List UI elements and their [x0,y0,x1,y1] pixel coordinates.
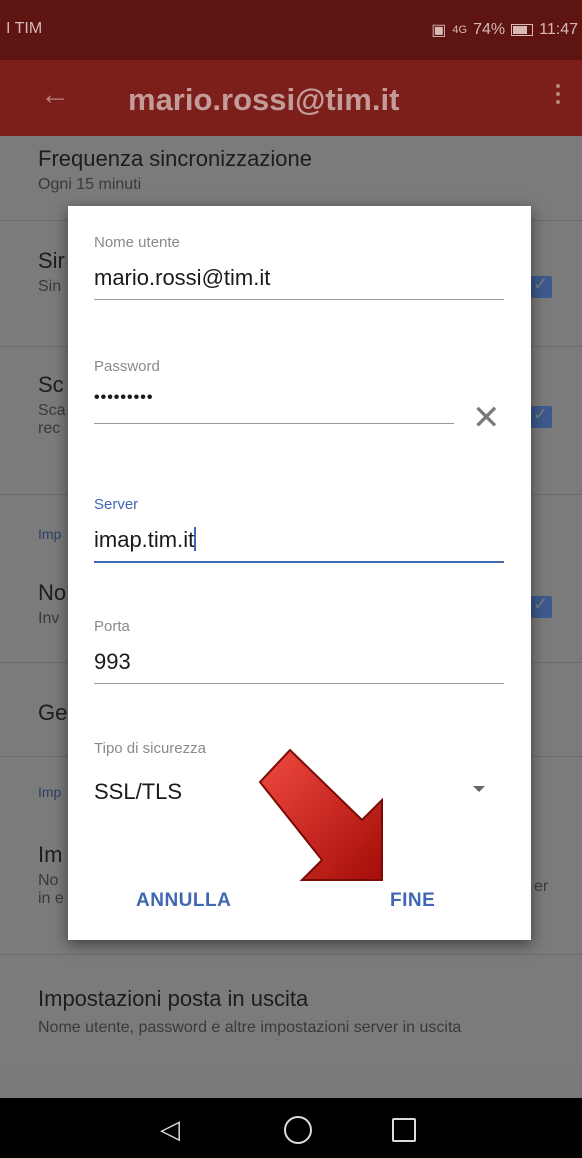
setting-title: Ge [38,700,68,725]
username-label: Nome utente [94,234,180,251]
divider [0,954,582,955]
navigation-bar: ◁ [0,1098,582,1158]
red-arrow-icon [258,748,383,881]
server-underline [94,561,504,563]
status-icons: ▣ 4G 74% 11:47 [431,20,578,40]
server-field[interactable]: Server imap.tim.it [94,496,504,563]
setting-row-2[interactable]: Sir Sin [38,248,65,296]
port-underline [94,683,504,684]
more-vert-icon[interactable] [556,84,560,108]
setting-row-4[interactable]: No Inv [38,580,66,628]
setting-title: Im [38,842,63,867]
home-nav-icon[interactable] [284,1116,312,1144]
arrow-left-icon[interactable]: ← [40,78,70,112]
setting-outgoing-mail[interactable]: Impostazioni posta in uscita Nome utente… [38,986,558,1040]
section-header: Imp [38,526,62,542]
clock: 11:47 [539,21,578,38]
setting-sync-frequency[interactable]: Frequenza sincronizzazione Ogni 15 minut… [38,146,312,194]
setting-title: Impostazioni posta in uscita [38,986,309,1011]
nfc-icon: ▣ [431,22,447,39]
server-input-wrap[interactable]: imap.tim.it [94,527,504,553]
battery-icon [511,24,534,36]
carrier-label: I TIM [6,20,43,37]
status-bar: I TIM ▣ 4G 74% 11:47 [0,0,582,60]
setting-row-5[interactable]: Ge [38,700,67,726]
cancel-button[interactable]: ANNULLA [136,890,231,912]
text-cursor [194,527,197,551]
password-field[interactable]: Password ••••••••• [94,358,454,424]
server-label: Server [94,496,139,513]
username-input[interactable]: mario.rossi@tim.it [94,265,504,291]
dropdown-arrow-icon[interactable] [473,786,485,792]
setting-subtitle: rec [38,420,61,437]
setting-subtitle: Sca [38,402,66,419]
setting-row-6[interactable]: Im No in e [38,842,64,908]
setting-subtitle: Nome utente, password e altre impostazio… [38,1019,462,1036]
account-title: mario.rossi@tim.it [128,82,400,117]
app-bar: ← mario.rossi@tim.it [0,60,582,136]
port-field[interactable]: Porta 993 [94,618,504,684]
port-input[interactable]: 993 [94,649,504,675]
clear-icon[interactable]: ✕ [472,398,501,438]
setting-subtitle: Sin [38,278,62,295]
checkbox-row-4[interactable] [530,594,552,618]
setting-title: Frequenza sincronizzazione [38,146,312,171]
checkbox-row-2[interactable] [530,274,552,298]
setting-subtitle: No [38,872,59,889]
setting-row-3[interactable]: Sc Sca rec [38,372,66,438]
recents-nav-icon[interactable] [392,1118,416,1142]
done-button[interactable]: FINE [390,890,435,912]
username-underline [94,299,504,300]
setting-title: No [38,580,67,605]
battery-percent: 74% [473,21,506,38]
password-input[interactable]: ••••••••• [94,389,454,407]
setting-subtitle: Inv [38,610,60,627]
checkbox-row-3[interactable] [530,404,552,428]
password-underline [94,423,454,424]
setting-subtitle-trail: er [534,878,549,895]
setting-title: Sir [38,248,65,273]
signal-label: 4G [452,24,468,36]
back-nav-icon[interactable]: ◁ [160,1114,180,1145]
password-label: Password [94,358,160,375]
server-input[interactable]: imap.tim.it [94,527,194,552]
username-field[interactable]: Nome utente mario.rossi@tim.it [94,234,504,300]
port-label: Porta [94,618,130,635]
section-header: Imp [38,784,62,800]
setting-subtitle: Ogni 15 minuti [38,176,142,193]
setting-subtitle: in e [38,890,64,907]
setting-title: Sc [38,372,64,397]
